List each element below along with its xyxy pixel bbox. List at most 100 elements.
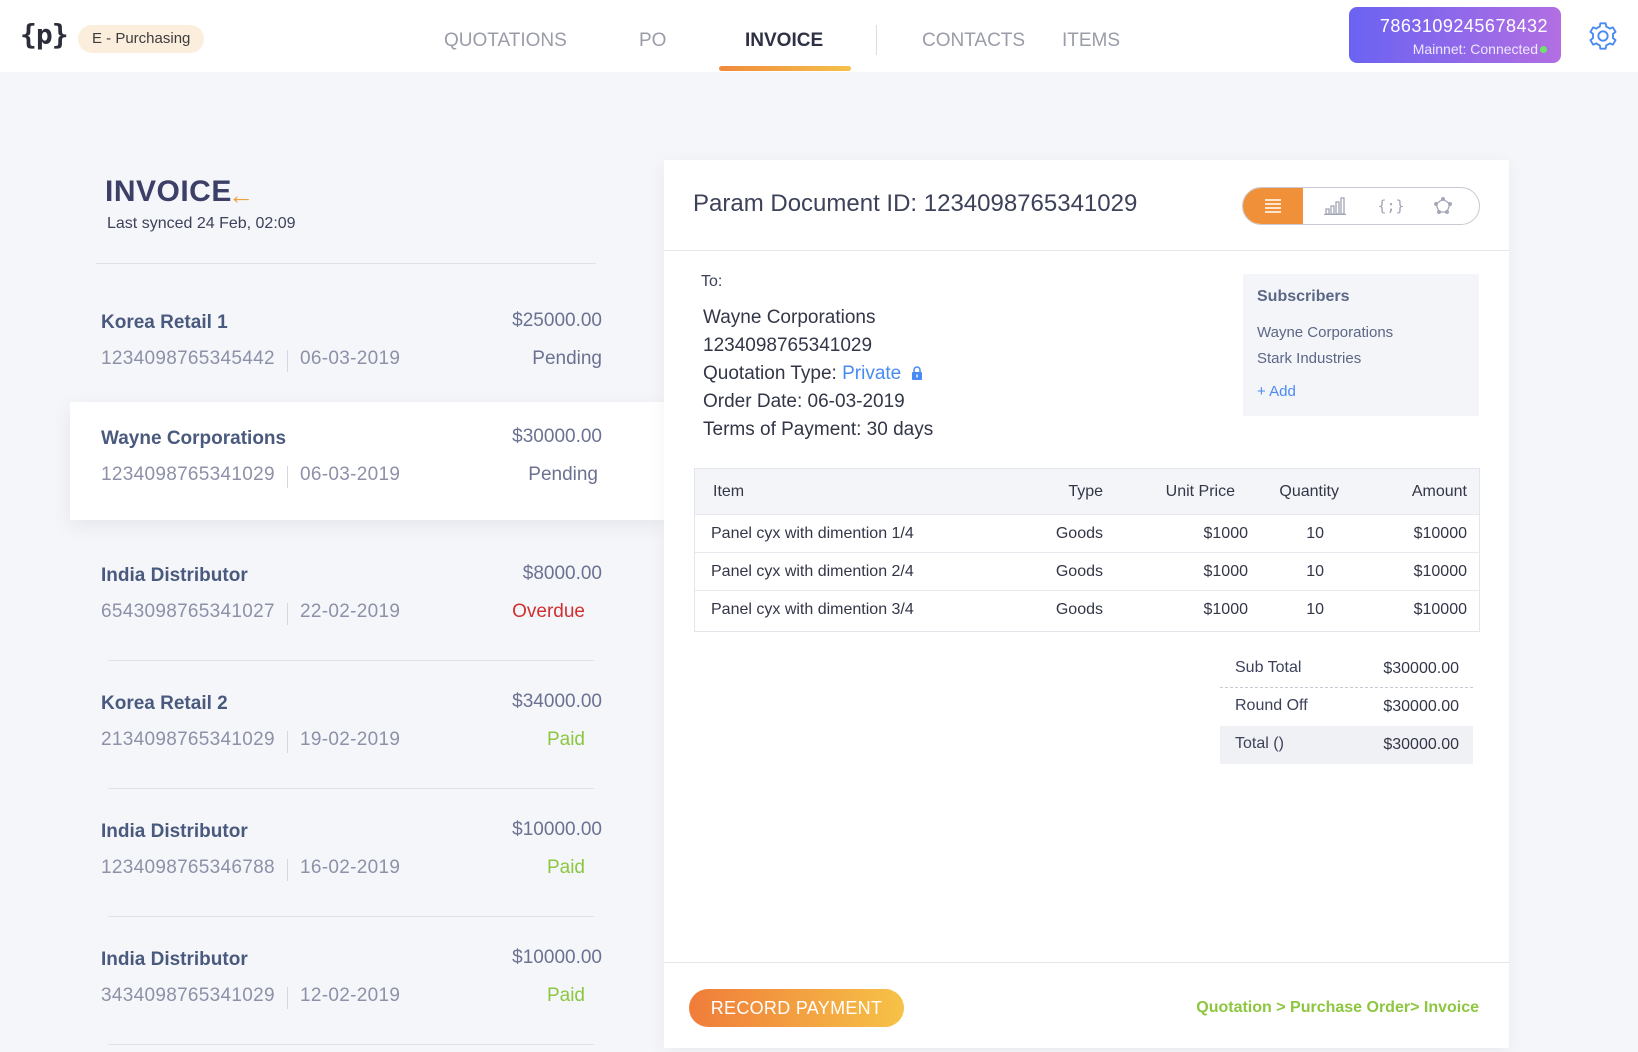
table-header-row: Item Type Unit Price Quantity Amount	[695, 469, 1479, 515]
invoice-list-item-selected[interactable]: Wayne Corporations $30000.00 12340987653…	[70, 402, 665, 520]
subscribers-title: Subscribers	[1257, 288, 1350, 305]
invoice-status: Overdue	[512, 601, 585, 622]
round-off-value: $30000.00	[1383, 698, 1459, 715]
invoice-party-name: Wayne Corporations	[101, 428, 287, 449]
payment-terms: Terms of Payment: 30 days	[703, 419, 934, 440]
invoice-id: 3434098765341029	[101, 985, 275, 1006]
cell-amount: $10000	[1413, 525, 1467, 542]
invoice-date: 06-03-2019	[300, 464, 401, 485]
quotation-type-value[interactable]: Private	[842, 363, 901, 384]
subscriber-item: Stark Industries	[1257, 350, 1362, 367]
cell-type: Goods	[1055, 563, 1103, 580]
quotation-type-label: Quotation Type:	[703, 363, 837, 384]
add-subscriber-link[interactable]: + Add	[1257, 383, 1296, 400]
col-header-quantity: Quantity	[1279, 483, 1339, 500]
cell-type: Goods	[1055, 601, 1103, 618]
arrow-left-icon[interactable]: ←	[228, 180, 254, 211]
invoice-amount: $25000.00	[512, 310, 602, 331]
code-view-icon[interactable]: {;}	[1361, 188, 1421, 224]
total-row: Total () $30000.00	[1220, 726, 1473, 764]
table-row: Panel cyx with dimention 1/4 Goods $1000…	[695, 515, 1479, 553]
invoice-status: Pending	[528, 464, 598, 485]
recipient-name: Wayne Corporations	[703, 307, 876, 328]
invoice-list-item[interactable]: India Distributor $10000.00 123409876534…	[70, 795, 665, 913]
invoice-amount: $34000.00	[512, 691, 602, 712]
col-header-item: Item	[713, 483, 745, 500]
tab-po[interactable]: PO	[639, 30, 666, 52]
list-divider	[108, 788, 594, 789]
field-divider	[287, 987, 288, 1009]
total-label: Total ()	[1235, 735, 1284, 752]
invoice-status: Paid	[546, 729, 585, 750]
list-divider	[108, 1044, 594, 1045]
invoice-list-item[interactable]: Korea Retail 1 $25000.00 123409876534544…	[70, 286, 665, 404]
col-header-type: Type	[1068, 483, 1103, 500]
network-view-icon[interactable]	[1413, 188, 1473, 224]
field-divider	[287, 731, 288, 753]
list-divider	[108, 916, 594, 917]
list-view-icon[interactable]	[1243, 188, 1303, 224]
tab-quotations[interactable]: QUOTATIONS	[444, 30, 567, 52]
invoice-amount: $10000.00	[512, 819, 602, 840]
document-flow-breadcrumb[interactable]: Quotation > Purchase Order> Invoice	[1196, 999, 1479, 1017]
cell-item: Panel cyx with dimention 3/4	[711, 601, 914, 618]
list-divider	[96, 263, 596, 264]
invoice-amount: $10000.00	[512, 947, 602, 968]
cell-item: Panel cyx with dimention 2/4	[711, 563, 914, 580]
invoice-amount: $8000.00	[522, 563, 602, 584]
invoice-id: 1234098765341029	[101, 464, 275, 485]
invoice-party-name: India Distributor	[101, 821, 248, 842]
cell-amount: $10000	[1413, 601, 1467, 618]
invoice-date: 16-02-2019	[300, 857, 401, 878]
cell-unit-price: $1000	[1203, 601, 1249, 618]
invoice-date: 06-03-2019	[300, 348, 401, 369]
invoice-detail-card: Param Document ID: 1234098765341029 {;} …	[664, 160, 1509, 1048]
field-divider	[287, 603, 288, 625]
view-toggle: {;}	[1242, 187, 1480, 225]
col-header-amount: Amount	[1411, 483, 1467, 500]
invoice-party-name: India Distributor	[101, 949, 248, 970]
invoice-date: 22-02-2019	[300, 601, 401, 622]
invoice-party-name: Korea Retail 1	[101, 312, 228, 333]
to-label: To:	[701, 273, 723, 290]
module-badge[interactable]: E - Purchasing	[78, 25, 205, 53]
invoice-list-item[interactable]: India Distributor $8000.00 6543098765341…	[70, 539, 665, 657]
recipient-id: 1234098765341029	[703, 335, 873, 356]
tab-items[interactable]: ITEMS	[1062, 30, 1120, 52]
invoice-status: Paid	[546, 985, 585, 1006]
app-logo[interactable]: {p}	[20, 18, 69, 51]
invoice-id: 2134098765341029	[101, 729, 275, 750]
cell-unit-price: $1000	[1203, 525, 1249, 542]
invoice-amount: $30000.00	[512, 426, 602, 447]
active-tab-indicator	[719, 66, 851, 71]
cell-type: Goods	[1055, 525, 1103, 542]
connected-dot-icon	[1540, 46, 1547, 53]
invoice-status: Paid	[546, 857, 585, 878]
cell-item: Panel cyx with dimention 1/4	[711, 525, 914, 542]
invoice-list-item[interactable]: India Distributor $10000.00 343409876534…	[70, 923, 665, 1041]
record-payment-button[interactable]: RECORD PAYMENT	[689, 989, 904, 1027]
round-off-row: Round Off $30000.00	[1220, 688, 1473, 726]
col-header-unit-price: Unit Price	[1165, 483, 1235, 500]
invoice-id: 1234098765346788	[101, 857, 275, 878]
invoice-date: 12-02-2019	[300, 985, 401, 1006]
cell-quantity: 10	[1306, 601, 1324, 618]
wallet-button[interactable]: 7863109245678432 Mainnet: Connected	[1349, 7, 1561, 63]
page-title: INVOICE	[105, 175, 232, 208]
gear-icon[interactable]	[1587, 20, 1619, 52]
tab-invoice[interactable]: INVOICE	[745, 30, 823, 52]
invoice-date: 19-02-2019	[300, 729, 401, 750]
network-status-text: Mainnet: Connected	[1412, 41, 1538, 57]
list-divider	[108, 660, 594, 661]
subtotal-value: $30000.00	[1383, 660, 1459, 677]
subtotal-label: Sub Total	[1235, 659, 1302, 676]
footer-divider	[664, 962, 1509, 963]
total-value: $30000.00	[1383, 736, 1459, 753]
lock-icon	[911, 366, 922, 380]
subscribers-panel: Subscribers Wayne Corporations Stark Ind…	[1243, 274, 1479, 416]
chart-view-icon[interactable]	[1305, 188, 1365, 224]
cell-quantity: 10	[1306, 525, 1324, 542]
document-id-title: Param Document ID: 1234098765341029	[693, 190, 1138, 217]
invoice-list-item[interactable]: Korea Retail 2 $34000.00 213409876534102…	[70, 667, 665, 785]
tab-contacts[interactable]: CONTACTS	[922, 30, 1025, 52]
